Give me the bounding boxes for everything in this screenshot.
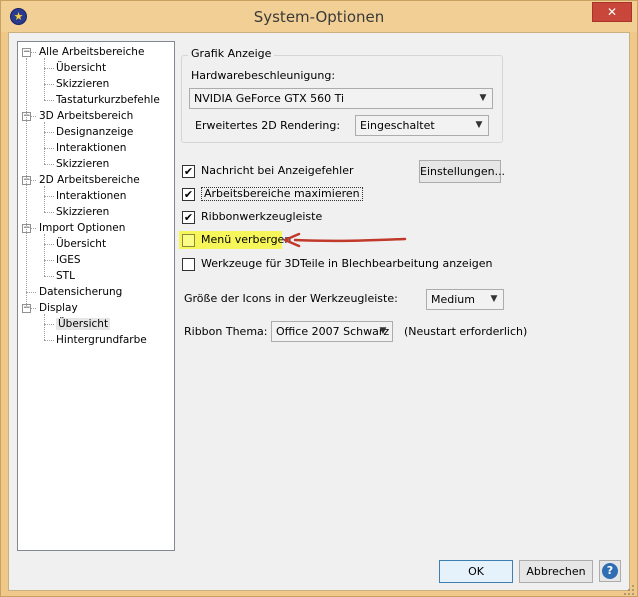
tree-connector-line bbox=[44, 164, 54, 165]
tree-connector-line bbox=[44, 100, 54, 101]
icons-size-select[interactable]: Medium ▼ bbox=[426, 289, 504, 310]
options-tree[interactable]: − Alle Arbeitsbereiche Übersicht Skizzieren… bbox=[17, 41, 175, 551]
nachricht-checkbox[interactable]: ✔ bbox=[182, 165, 195, 178]
ribbon-checkbox[interactable]: ✔ bbox=[182, 211, 195, 224]
tree-item-label: Interaktionen bbox=[56, 190, 127, 202]
ribbon-thema-label: Ribbon Thema: bbox=[184, 325, 268, 338]
tree-item-label: Skizzieren bbox=[56, 158, 110, 170]
resize-grip-icon[interactable] bbox=[623, 584, 635, 596]
tree-item-label: 3D Arbeitsbereich bbox=[39, 110, 134, 122]
tree-item-label: Übersicht bbox=[56, 318, 111, 330]
tree-item-label: Datensicherung bbox=[39, 286, 123, 298]
tree-connector-line bbox=[44, 58, 45, 100]
tree-connector-line bbox=[44, 68, 54, 69]
tree-item[interactable]: 3D Arbeitsbereich bbox=[39, 108, 133, 124]
tree-item[interactable]: Skizzieren bbox=[56, 156, 109, 172]
ok-button[interactable]: OK bbox=[439, 560, 513, 583]
close-button[interactable]: ✕ bbox=[592, 2, 632, 22]
menu-label: Menü verbergen bbox=[201, 233, 292, 246]
tree-item-label: IGES bbox=[56, 254, 81, 266]
tree-item[interactable]: Übersicht bbox=[56, 316, 111, 332]
tree-item-label: Skizzieren bbox=[56, 78, 110, 90]
tree-item[interactable]: STL bbox=[56, 268, 75, 284]
tree-item-label: STL bbox=[56, 270, 75, 282]
tree-item[interactable]: IGES bbox=[56, 252, 81, 268]
grafik-anzeige-label: Grafik Anzeige bbox=[188, 47, 275, 60]
ribbon-thema-value: Office 2007 Schwarz bbox=[276, 325, 390, 338]
tree-connector-line bbox=[44, 260, 54, 261]
cancel-button[interactable]: Abbrechen bbox=[519, 560, 593, 583]
chevron-down-icon: ▼ bbox=[379, 326, 387, 336]
tree-item-label: 2D Arbeitsbereiche bbox=[39, 174, 140, 186]
tree-item[interactable]: Alle Arbeitsbereiche bbox=[39, 44, 144, 60]
tree-item-label: Übersicht bbox=[56, 62, 107, 74]
rendering-label: Erweitertes 2D Rendering: bbox=[195, 119, 341, 132]
werkzeuge-label: Werkzeuge für 3DTeile in Blechbearbeitun… bbox=[201, 257, 493, 270]
tree-item[interactable]: Interaktionen bbox=[56, 140, 126, 156]
tree-item[interactable]: Skizzieren bbox=[56, 204, 109, 220]
tree-expander-icon[interactable]: − bbox=[22, 48, 31, 57]
werkzeuge-checkbox[interactable] bbox=[182, 258, 195, 271]
system-options-window: ★ System-Optionen ✕ − Alle Arbeitsbereich… bbox=[0, 0, 638, 597]
title-bar[interactable]: ★ System-Optionen ✕ bbox=[1, 1, 637, 32]
tree-item-label: Skizzieren bbox=[56, 206, 110, 218]
tree-item-label: Hintergrundfarbe bbox=[56, 334, 147, 346]
tree-item-label: Import Optionen bbox=[39, 222, 126, 234]
tree-connector-line bbox=[44, 196, 54, 197]
tree-connector-line bbox=[44, 340, 54, 341]
chevron-down-icon: ▼ bbox=[479, 93, 487, 103]
rendering-value: Eingeschaltet bbox=[360, 119, 435, 132]
tree-connector-line bbox=[44, 234, 45, 276]
tree-connector-line bbox=[44, 148, 54, 149]
tree-item[interactable]: Interaktionen bbox=[56, 188, 126, 204]
annotation-arrow-icon bbox=[283, 232, 407, 248]
icons-size-value: Medium bbox=[431, 293, 475, 306]
tree-connector-line bbox=[44, 122, 45, 164]
tree-item-label: Alle Arbeitsbereiche bbox=[39, 46, 145, 58]
tree-item-label: Tastaturkurzbefehle bbox=[56, 94, 160, 106]
tree-connector-line bbox=[26, 58, 27, 308]
window-title: System-Optionen bbox=[253, 8, 385, 26]
tree-item-label: Übersicht bbox=[56, 238, 107, 250]
tree-item[interactable]: Datensicherung bbox=[39, 284, 122, 300]
tree-item-label: Designanzeige bbox=[56, 126, 134, 138]
hw-acceleration-value: NVIDIA GeForce GTX 560 Ti bbox=[194, 92, 345, 105]
tree-item[interactable]: 2D Arbeitsbereiche bbox=[39, 172, 140, 188]
ribbon-thema-select[interactable]: Office 2007 Schwarz ▼ bbox=[271, 321, 393, 342]
rendering-select[interactable]: Eingeschaltet ▼ bbox=[355, 115, 489, 136]
einstellungen-button[interactable]: Einstellungen... bbox=[419, 160, 505, 183]
chevron-down-icon: ▼ bbox=[475, 120, 483, 130]
maximieren-label: Arbeitsbereiche maximieren bbox=[201, 187, 363, 201]
tree-connector-line bbox=[44, 186, 45, 212]
help-icon: ? bbox=[602, 563, 618, 579]
hw-acceleration-select[interactable]: NVIDIA GeForce GTX 560 Ti ▼ bbox=[189, 88, 493, 109]
restart-note: (Neustart erforderlich) bbox=[404, 325, 528, 338]
nachricht-label: Nachricht bei Anzeigefehler bbox=[201, 164, 354, 177]
tree-item[interactable]: Hintergrundfarbe bbox=[56, 332, 147, 348]
tree-connector-line bbox=[26, 292, 36, 293]
icons-size-label: Größe der Icons in der Werkzeugleiste: bbox=[184, 292, 398, 305]
tree-connector-line bbox=[44, 324, 54, 325]
tree-item[interactable]: Designanzeige bbox=[56, 124, 133, 140]
maximieren-checkbox[interactable]: ✔ bbox=[182, 188, 195, 201]
tree-item-label: Interaktionen bbox=[56, 142, 127, 154]
hw-acceleration-label: Hardwarebeschleunigung: bbox=[191, 69, 336, 82]
tree-connector-line bbox=[44, 84, 54, 85]
help-button[interactable]: ? bbox=[599, 560, 621, 582]
menu-checkbox[interactable] bbox=[182, 234, 195, 247]
chevron-down-icon: ▼ bbox=[490, 294, 498, 304]
ribbon-label: Ribbonwerkzeugleiste bbox=[201, 210, 323, 223]
tree-item[interactable]: Übersicht bbox=[56, 60, 106, 76]
tree-connector-line bbox=[44, 212, 54, 213]
tree-item-label: Display bbox=[39, 302, 78, 314]
tree-connector-line bbox=[44, 314, 45, 340]
tree-connector-line bbox=[44, 244, 54, 245]
tree-item[interactable]: Übersicht bbox=[56, 236, 106, 252]
dialog-body: − Alle Arbeitsbereiche Übersicht Skizzieren… bbox=[8, 32, 630, 591]
tree-connector-line bbox=[44, 276, 54, 277]
tree-item[interactable]: Import Optionen bbox=[39, 220, 125, 236]
tree-item[interactable]: Skizzieren bbox=[56, 76, 109, 92]
tree-item[interactable]: Tastaturkurzbefehle bbox=[56, 92, 160, 108]
tree-connector-line bbox=[44, 132, 54, 133]
